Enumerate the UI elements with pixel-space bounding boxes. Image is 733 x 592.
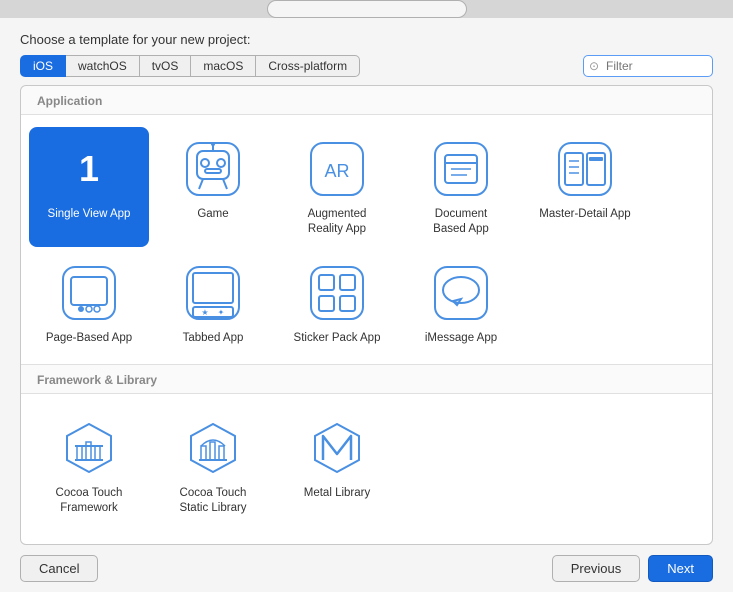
dialog-footer: Cancel Previous Next (0, 545, 733, 592)
next-button[interactable]: Next (648, 555, 713, 582)
metal-library-label: Metal Library (304, 486, 370, 501)
tab-tvos[interactable]: tvOS (140, 55, 192, 77)
imessage-app-label: iMessage App (425, 331, 497, 346)
tab-watchos[interactable]: watchOS (66, 55, 140, 77)
tabbed-app-label: Tabbed App (183, 331, 244, 346)
svg-text:✦: ✦ (218, 308, 225, 317)
sticker-pack-label: Sticker Pack App (294, 331, 381, 346)
svg-text:1: 1 (79, 148, 99, 189)
template-tabbed-app[interactable]: ★ ✦ Tabbed App (153, 251, 273, 356)
template-sticker-pack[interactable]: Sticker Pack App (277, 251, 397, 356)
cocoa-framework-icon (57, 416, 121, 480)
metal-library-icon (305, 416, 369, 480)
section-header-application: Application (21, 86, 712, 115)
tab-ios[interactable]: iOS (20, 55, 66, 77)
master-detail-icon (553, 137, 617, 201)
template-single-view-app[interactable]: 1 Single View App (29, 127, 149, 247)
title-bar-field (267, 0, 467, 18)
page-based-label: Page-Based App (46, 331, 132, 346)
template-cocoa-static-library[interactable]: Cocoa TouchStatic Library (153, 406, 273, 526)
framework-grid: Cocoa TouchFramework Cocoa (21, 394, 712, 534)
section-header-framework: Framework & Library (21, 365, 712, 394)
title-bar (0, 0, 733, 18)
svg-text:★: ★ (201, 308, 208, 317)
single-view-app-icon: 1 (57, 137, 121, 201)
tab-cross-platform[interactable]: Cross-platform (256, 55, 360, 77)
previous-button[interactable]: Previous (552, 555, 641, 582)
imessage-app-icon (429, 261, 493, 325)
cocoa-static-library-icon (181, 416, 245, 480)
page-based-icon (57, 261, 121, 325)
game-label: Game (197, 207, 228, 222)
template-game[interactable]: Game (153, 127, 273, 247)
svg-text:AR: AR (324, 161, 349, 181)
template-imessage-app[interactable]: iMessage App (401, 251, 521, 356)
cocoa-static-library-label: Cocoa TouchStatic Library (179, 486, 246, 516)
template-metal-library[interactable]: Metal Library (277, 406, 397, 526)
sticker-pack-icon (305, 261, 369, 325)
application-grid: 1 Single View App (21, 115, 712, 364)
cancel-button[interactable]: Cancel (20, 555, 98, 582)
dialog: Choose a template for your new project: … (0, 18, 733, 592)
filter-wrap: ⊙ (583, 55, 713, 77)
template-document-app[interactable]: DocumentBased App (401, 127, 521, 247)
filter-input[interactable] (583, 55, 713, 77)
ar-app-label: AugmentedReality App (308, 207, 367, 237)
tab-macos[interactable]: macOS (191, 55, 256, 77)
filter-icon: ⊙ (589, 59, 599, 73)
dialog-prompt: Choose a template for your new project: (0, 18, 733, 55)
cocoa-framework-label: Cocoa TouchFramework (56, 486, 123, 516)
template-page-based[interactable]: Page-Based App (29, 251, 149, 356)
template-ar-app[interactable]: AR AugmentedReality App (277, 127, 397, 247)
document-app-icon (429, 137, 493, 201)
single-view-app-label: Single View App (48, 207, 131, 222)
template-content: Application 1 Single View App (20, 85, 713, 545)
tabbed-app-icon: ★ ✦ (181, 261, 245, 325)
ar-app-icon: AR (305, 137, 369, 201)
template-cocoa-framework[interactable]: Cocoa TouchFramework (29, 406, 149, 526)
tabs-row: iOS watchOS tvOS macOS Cross-platform ⊙ (0, 55, 733, 85)
master-detail-label: Master-Detail App (539, 207, 630, 222)
template-master-detail[interactable]: Master-Detail App (525, 127, 645, 247)
game-icon (181, 137, 245, 201)
document-app-label: DocumentBased App (433, 207, 489, 237)
nav-buttons: Previous Next (552, 555, 713, 582)
